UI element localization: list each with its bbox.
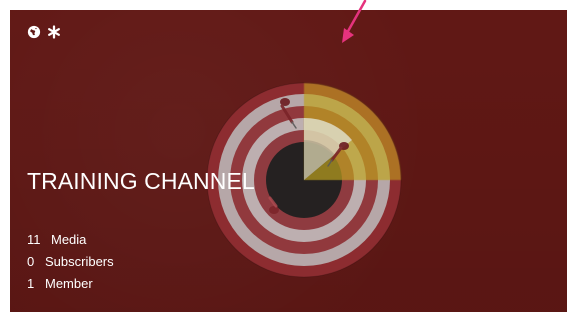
channel-icons [27, 25, 61, 39]
asterisk-icon[interactable] [47, 25, 61, 39]
subscribers-label: Subscribers [45, 254, 114, 269]
globe-icon[interactable] [27, 25, 41, 39]
member-count: 1 [27, 276, 35, 291]
stat-row-member: 1 Member [27, 273, 114, 295]
channel-title: TRAINING CHANNEL [27, 168, 255, 194]
member-label: Member [45, 276, 93, 291]
channel-stats: 11 Media 0 Subscribers 1 Member [27, 229, 114, 295]
channel-card[interactable]: TRAINING CHANNEL 11 Media 0 Subscribers … [10, 10, 567, 312]
media-label: Media [51, 232, 87, 247]
subscribers-count: 0 [27, 254, 35, 269]
stat-row-subscribers: 0 Subscribers [27, 251, 114, 273]
stat-row-media: 11 Media [27, 229, 114, 251]
media-count: 11 [27, 232, 41, 247]
page: TRAINING CHANNEL 11 Media 0 Subscribers … [0, 0, 568, 325]
